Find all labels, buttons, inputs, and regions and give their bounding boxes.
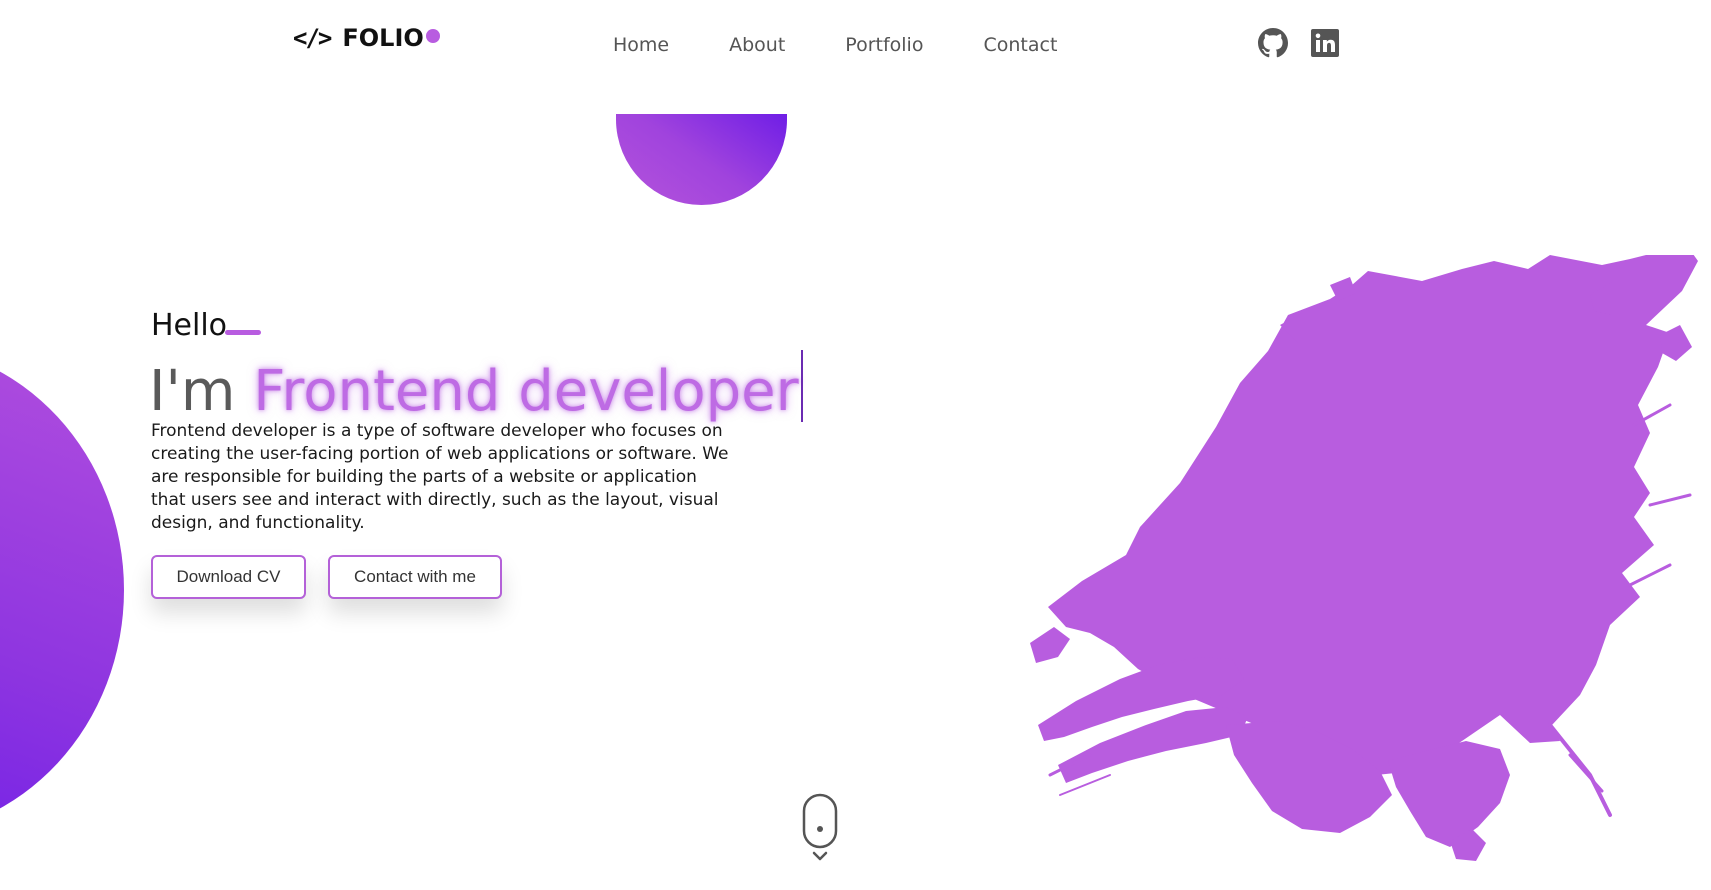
typing-cursor: [800, 350, 803, 422]
main-nav: Home About Portfolio Contact: [613, 33, 1117, 57]
logo[interactable]: </> FOLIO: [293, 24, 440, 52]
hero-description: Frontend developer is a type of software…: [151, 421, 729, 533]
logo-text: FOLIO: [342, 24, 424, 52]
greeting-underline: [225, 330, 261, 335]
half-circle-decoration: [616, 114, 787, 205]
circle-decoration: [0, 345, 124, 835]
nav-about[interactable]: About: [729, 33, 785, 57]
hero-headline: I'm Frontend developer: [149, 350, 803, 426]
nav-contact[interactable]: Contact: [983, 33, 1057, 57]
contact-button[interactable]: Contact with me: [328, 555, 502, 599]
nav-portfolio[interactable]: Portfolio: [845, 33, 923, 57]
headline-prefix: I'm: [149, 359, 254, 424]
download-cv-button[interactable]: Download CV: [151, 555, 306, 599]
page: </> FOLIO Home About Portfolio Contact H…: [0, 0, 1711, 890]
logo-dot: [425, 29, 440, 43]
nav-home[interactable]: Home: [613, 33, 669, 57]
social-links: [1258, 28, 1340, 58]
mouse-scroll-icon[interactable]: [802, 793, 838, 863]
code-icon: </>: [293, 24, 332, 52]
headline-role: Frontend developer: [253, 359, 799, 424]
greeting: Hello: [151, 308, 228, 343]
github-icon[interactable]: [1258, 28, 1288, 58]
paint-splash-icon: [1030, 255, 1698, 861]
linkedin-icon[interactable]: [1310, 28, 1340, 58]
